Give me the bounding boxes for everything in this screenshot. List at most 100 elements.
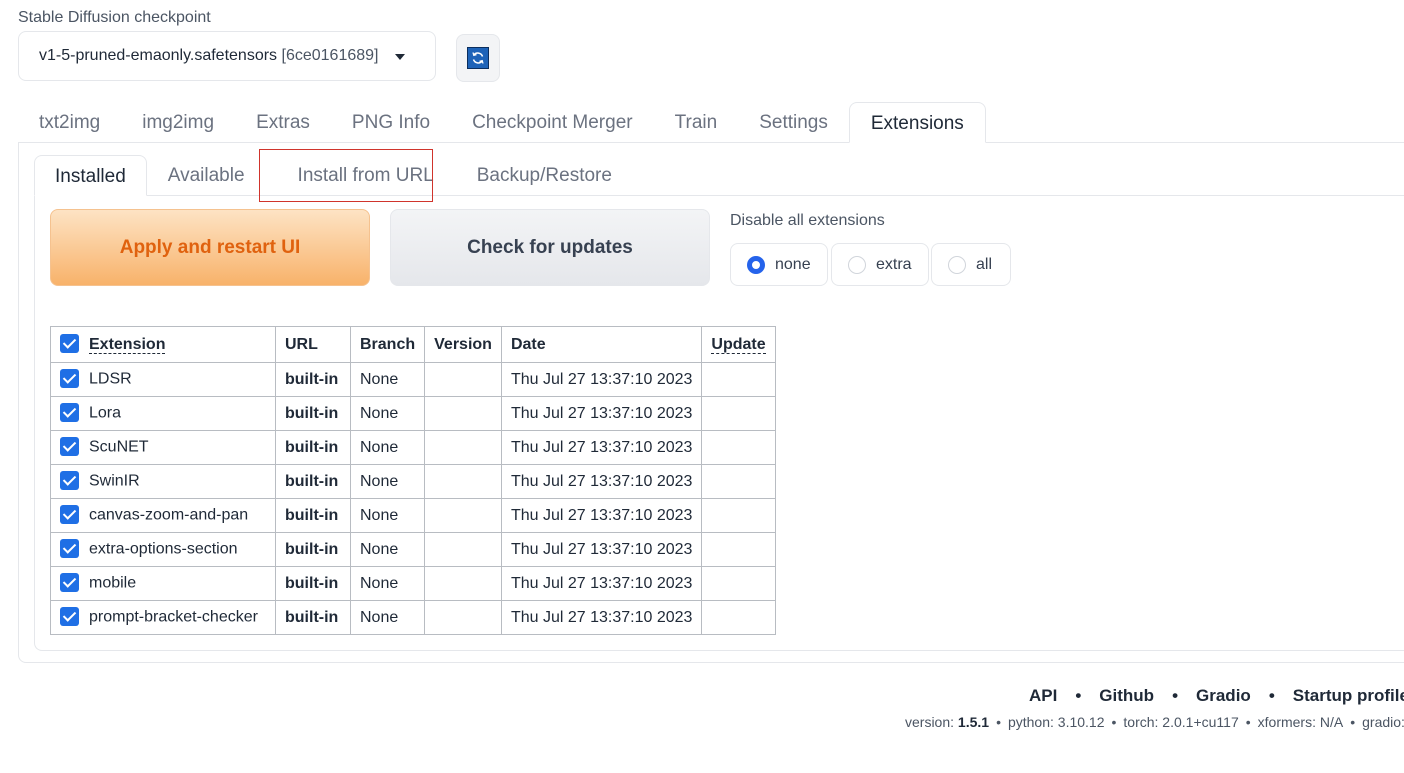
date-cell: Thu Jul 27 13:37:10 2023 <box>500 430 703 465</box>
extension-cell: SwinIR <box>50 464 276 499</box>
header-version: Version <box>424 326 502 363</box>
update-cell <box>701 464 776 499</box>
table-header-row: Extension URL Branch Version Date Update <box>50 326 776 363</box>
update-cell <box>701 498 776 533</box>
update-cell <box>701 396 776 431</box>
check-updates-button[interactable]: Check for updates <box>390 209 710 286</box>
extension-checkbox[interactable] <box>60 403 79 422</box>
refresh-icon <box>467 47 489 69</box>
branch-cell: None <box>349 396 426 431</box>
date-cell: Thu Jul 27 13:37:10 2023 <box>500 600 703 635</box>
tab-train[interactable]: Train <box>654 102 739 142</box>
footer-link-api[interactable]: API <box>1029 686 1057 705</box>
subtab-installed[interactable]: Installed <box>34 155 147 196</box>
extension-checkbox[interactable] <box>60 471 79 490</box>
tab-settings[interactable]: Settings <box>738 102 849 142</box>
checkpoint-label: Stable Diffusion checkpoint <box>18 9 211 26</box>
extension-checkbox[interactable] <box>60 573 79 592</box>
extension-checkbox[interactable] <box>60 505 79 524</box>
header-update: Update <box>701 326 776 363</box>
radio-dot <box>948 255 966 274</box>
header-url: URL <box>275 326 351 363</box>
footer-separator: • <box>1111 714 1117 730</box>
main-tab-bar: txt2img img2img Extras PNG Info Checkpoi… <box>18 102 986 143</box>
extension-checkbox[interactable] <box>60 437 79 456</box>
checkpoint-dropdown[interactable]: v1-5-pruned-emaonly.safetensors [6ce0161… <box>18 31 436 81</box>
version-cell <box>424 430 502 465</box>
radio-dot-checked <box>747 255 765 274</box>
radio-none-label: none <box>775 255 811 273</box>
apply-restart-button[interactable]: Apply and restart UI <box>50 209 370 286</box>
tab-img2img[interactable]: img2img <box>121 102 235 142</box>
extension-name: extra-options-section <box>89 540 238 558</box>
table-row: ScuNET built-in None Thu Jul 27 13:37:10… <box>50 430 776 465</box>
radio-dot <box>848 255 866 274</box>
version-value: 1.5.1 <box>957 714 990 730</box>
table-row: Lora built-in None Thu Jul 27 13:37:10 2… <box>50 396 776 431</box>
branch-cell: None <box>349 600 426 635</box>
header-update-label: Update <box>711 335 766 354</box>
extension-checkbox[interactable] <box>60 539 79 558</box>
extension-name: ScuNET <box>89 438 149 456</box>
url-cell: built-in <box>275 566 351 601</box>
update-cell <box>701 566 776 601</box>
table-row: prompt-bracket-checker built-in None Thu… <box>50 600 776 635</box>
extension-cell: canvas-zoom-and-pan <box>50 498 276 533</box>
tab-extensions[interactable]: Extensions <box>848 102 986 143</box>
chevron-down-icon <box>395 54 405 60</box>
url-cell: built-in <box>275 464 351 499</box>
version-cell <box>424 566 502 601</box>
footer-separator: • <box>1172 686 1179 705</box>
radio-all-label: all <box>976 255 993 273</box>
disable-extensions-label: Disable all extensions <box>730 212 885 229</box>
tab-extras[interactable]: Extras <box>235 102 331 142</box>
footer-separator: • <box>1245 714 1251 730</box>
footer-versions: version: 1.5.1 • python: 3.10.12 • torch: 2.… <box>905 714 1404 730</box>
date-cell: Thu Jul 27 13:37:10 2023 <box>500 464 703 499</box>
highlight-box <box>259 149 433 202</box>
version-cell <box>424 600 502 635</box>
extension-name: SwinIR <box>89 472 140 490</box>
extension-cell: mobile <box>50 566 276 601</box>
tab-checkpoint-merger[interactable]: Checkpoint Merger <box>451 102 654 142</box>
branch-cell: None <box>349 498 426 533</box>
tab-png-info[interactable]: PNG Info <box>331 102 451 142</box>
extension-name: Lora <box>89 404 122 422</box>
table-row: mobile built-in None Thu Jul 27 13:37:10… <box>50 566 776 601</box>
url-cell: built-in <box>275 532 351 567</box>
version-cell <box>424 464 502 499</box>
table-row: LDSR built-in None Thu Jul 27 13:37:10 2… <box>50 362 776 397</box>
extension-checkbox[interactable] <box>60 369 79 388</box>
subtab-backup-restore[interactable]: Backup/Restore <box>455 155 633 195</box>
extension-name: canvas-zoom-and-pan <box>89 506 249 524</box>
header-extension-label: Extension <box>89 335 166 354</box>
update-cell <box>701 600 776 635</box>
extension-checkbox[interactable] <box>60 607 79 626</box>
extension-cell: ScuNET <box>50 430 276 465</box>
url-cell: built-in <box>275 396 351 431</box>
torch-version: torch: 2.0.1+cu117 <box>1123 714 1239 730</box>
footer-link-gradio[interactable]: Gradio <box>1196 686 1251 705</box>
version-cell <box>424 498 502 533</box>
version-cell <box>424 396 502 431</box>
subtab-available[interactable]: Available <box>147 155 266 195</box>
header-extension: Extension <box>50 326 276 363</box>
footer-link-startup-profile[interactable]: Startup profile <box>1293 686 1404 705</box>
refresh-checkpoint-button[interactable] <box>456 34 500 82</box>
footer-link-github[interactable]: Github <box>1099 686 1154 705</box>
checkpoint-hash: [6ce0161689] <box>281 47 379 64</box>
version-cell <box>424 362 502 397</box>
tab-txt2img[interactable]: txt2img <box>18 102 121 142</box>
update-cell <box>701 532 776 567</box>
footer-separator: • <box>1268 686 1275 705</box>
footer-links: API • Github • Gradio • Startup profile <box>1029 686 1404 706</box>
select-all-checkbox[interactable] <box>60 334 79 353</box>
radio-all[interactable]: all <box>931 243 1011 286</box>
url-cell: built-in <box>275 430 351 465</box>
url-cell: built-in <box>275 498 351 533</box>
radio-extra[interactable]: extra <box>831 243 929 286</box>
update-cell <box>701 362 776 397</box>
radio-none[interactable]: none <box>730 243 828 286</box>
branch-cell: None <box>349 362 426 397</box>
extension-cell: LDSR <box>50 362 276 397</box>
